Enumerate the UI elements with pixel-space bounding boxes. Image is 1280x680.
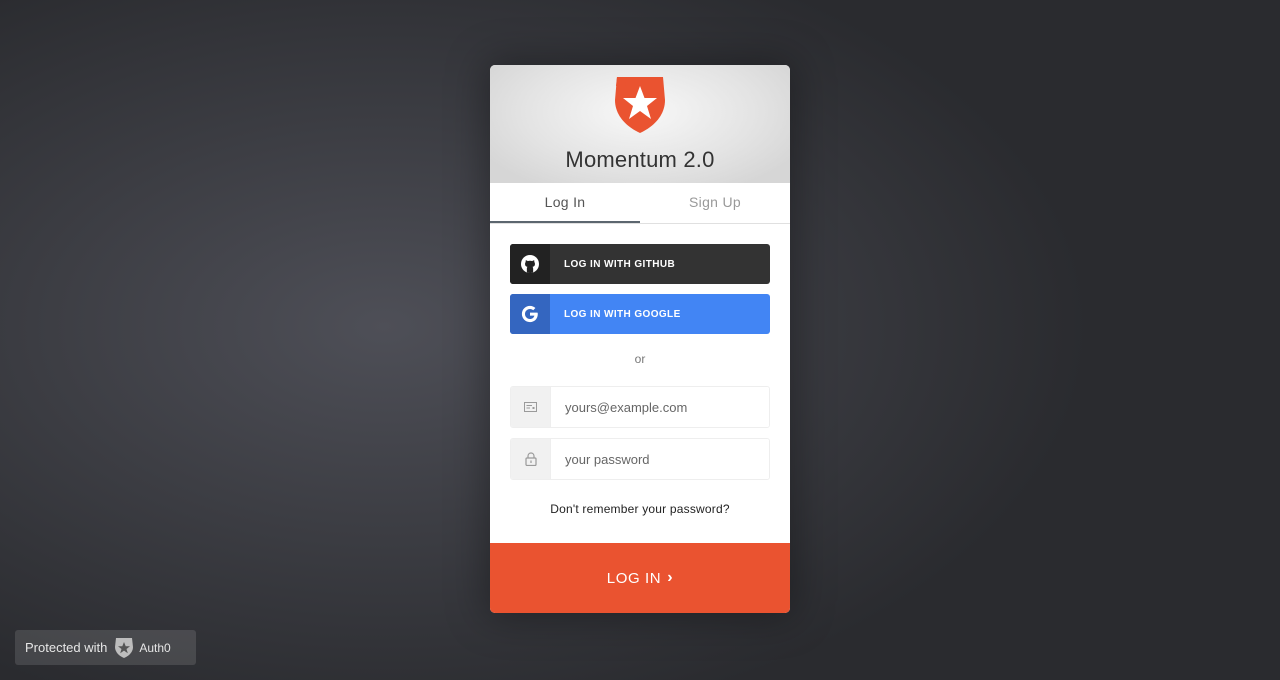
github-login-button[interactable]: LOG IN WITH GITHUB (510, 244, 770, 284)
tab-log-in[interactable]: Log In (490, 183, 640, 223)
chevron-right-icon: › (667, 569, 674, 586)
widget-body: LOG IN WITH GITHUB LOG IN WITH GOOGLE or (490, 224, 790, 516)
log-in-submit-button[interactable]: LOG IN › (490, 543, 790, 613)
lock-icon (511, 439, 551, 479)
app-title: Momentum 2.0 (565, 147, 715, 172)
auth0-shield-star-icon (615, 77, 665, 133)
envelope-icon (511, 387, 551, 427)
or-separator: or (634, 352, 646, 366)
github-icon (510, 244, 550, 284)
auth0-logo-icon (114, 637, 134, 659)
badge-prefix: Protected with (25, 640, 108, 655)
submit-label: LOG IN (606, 569, 662, 587)
google-icon (510, 294, 550, 334)
protected-with-auth0-badge[interactable]: Protected with Auth0 (15, 630, 196, 665)
google-login-button[interactable]: LOG IN WITH GOOGLE (510, 294, 770, 334)
login-widget: Momentum 2.0 Log In Sign Up LOG IN WITH … (490, 65, 790, 613)
password-field (510, 438, 770, 480)
widget-header: Momentum 2.0 (490, 65, 790, 183)
password-input[interactable] (551, 439, 769, 479)
badge-brand: Auth0 (139, 640, 171, 655)
email-field (510, 386, 770, 428)
forgot-password-link[interactable]: Don't remember your password? (510, 502, 770, 516)
github-login-label: LOG IN WITH GITHUB (564, 258, 676, 270)
tab-sign-up[interactable]: Sign Up (640, 183, 790, 223)
google-login-label: LOG IN WITH GOOGLE (564, 308, 681, 320)
email-input[interactable] (551, 387, 769, 427)
auth-tabs: Log In Sign Up (490, 183, 790, 224)
